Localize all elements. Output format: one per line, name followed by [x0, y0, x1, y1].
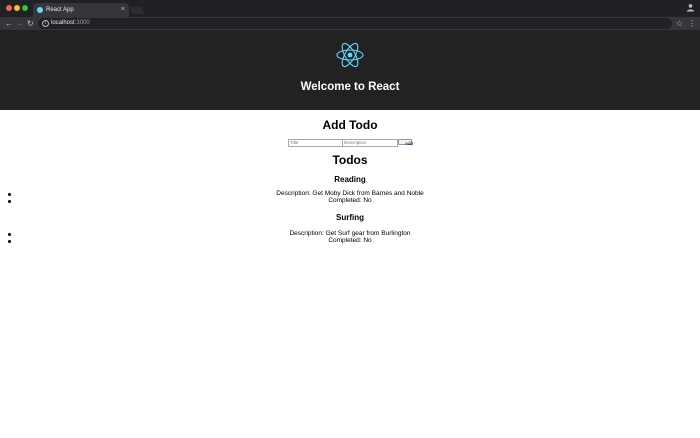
window-minimize-button[interactable] [14, 5, 20, 11]
browser-tab-bar: React App × [0, 0, 700, 17]
todo-completed: Completed: No [328, 197, 372, 204]
reload-icon[interactable]: ↻ [27, 18, 34, 29]
todo-name: Reading [334, 175, 366, 184]
url-text: localhost:3000 [51, 18, 90, 29]
todo-name: Surfing [336, 213, 364, 222]
new-tab-button[interactable] [129, 7, 145, 14]
description-input[interactable] [342, 139, 398, 147]
react-logo-icon [336, 42, 364, 68]
app-title: Welcome to React [300, 81, 400, 93]
browser-toolbar: ← → ↻ i localhost:3000 ☆ ⋮ [0, 17, 700, 30]
close-icon[interactable]: × [121, 5, 125, 15]
url-port: :3000 [74, 20, 90, 26]
back-arrow-icon[interactable]: ← [5, 18, 13, 29]
tab-title: React App [46, 7, 74, 13]
kebab-menu-icon[interactable]: ⋮ [688, 17, 696, 30]
title-input[interactable] [288, 139, 343, 147]
app-header: Welcome to React [0, 30, 700, 110]
add-todo-heading: Add Todo [322, 118, 378, 132]
address-bar[interactable]: i localhost:3000 ☆ [38, 18, 683, 29]
profile-icon[interactable] [686, 3, 695, 12]
forward-arrow-icon[interactable]: → [16, 18, 24, 29]
react-favicon-icon [37, 7, 43, 13]
window-close-button[interactable] [6, 5, 12, 11]
browser-tab[interactable]: React App × [33, 3, 129, 17]
add-button[interactable]: Add [398, 139, 413, 146]
url-host: localhost [51, 20, 75, 26]
window-maximize-button[interactable] [22, 5, 28, 11]
todos-heading: Todos [332, 153, 368, 167]
star-icon[interactable]: ☆ [676, 18, 683, 29]
todo-completed: Completed: No [328, 237, 372, 244]
info-icon[interactable]: i [42, 20, 49, 27]
